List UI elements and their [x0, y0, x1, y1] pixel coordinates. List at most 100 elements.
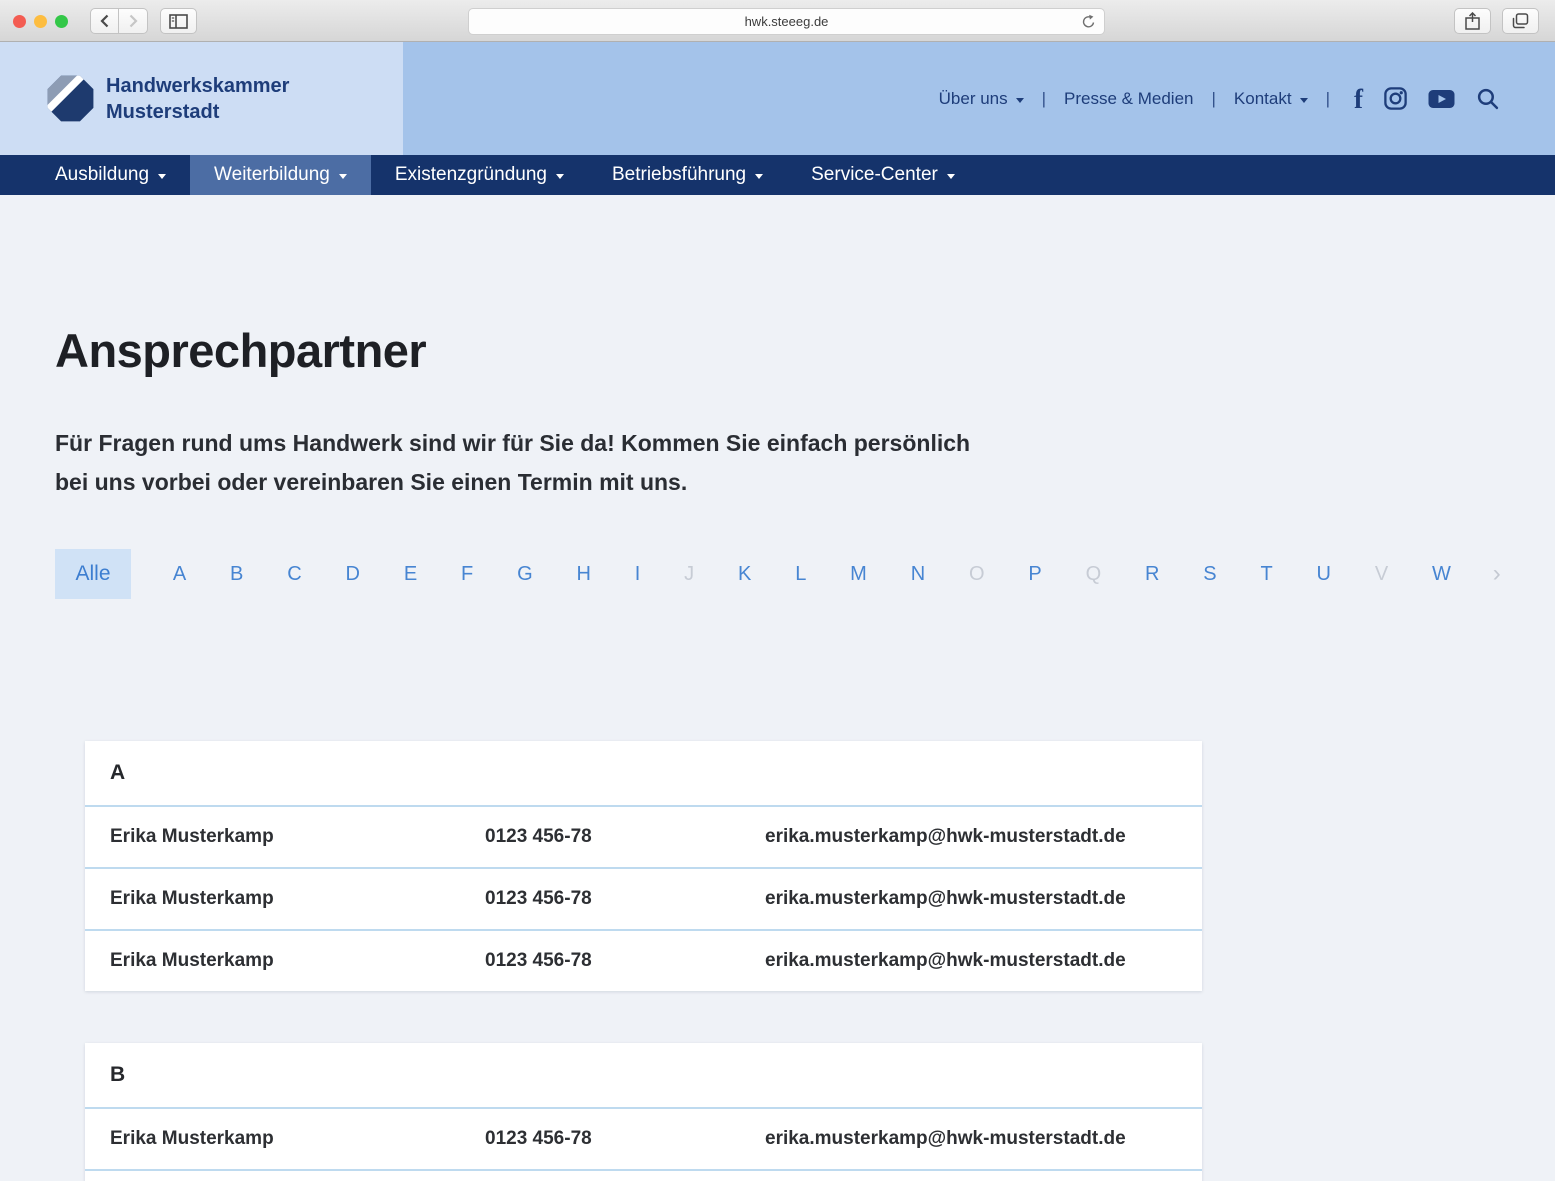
contact-section-b: B Erika Musterkamp 0123 456-78 erika.mus…	[85, 1043, 1202, 1181]
alphabet-filter-letter-j: J	[682, 559, 696, 590]
intro-line1: Für Fragen rund ums Handwerk sind wir fü…	[55, 430, 970, 456]
alphabet-filter-letter-n[interactable]: N	[909, 559, 927, 590]
share-button[interactable]	[1454, 8, 1491, 34]
alphabet-filter-letter-m[interactable]: M	[848, 559, 869, 590]
alphabet-filter-letter-r[interactable]: R	[1143, 559, 1161, 590]
contact-name: Erika Musterkamp	[110, 950, 485, 972]
alphabet-filter-letter-w[interactable]: W	[1430, 559, 1453, 590]
alphabet-filter-letter-d[interactable]: D	[344, 559, 362, 590]
separator: |	[1212, 89, 1216, 109]
alphabet-filter-letter-v: V	[1373, 559, 1390, 590]
contact-row[interactable]: Erika Musterkamp 0123 456-78 erika.muste…	[85, 867, 1202, 929]
alphabet-filter-letter-c[interactable]: C	[285, 559, 303, 590]
nav-item-label: Betriebsführung	[612, 164, 746, 186]
back-icon	[100, 14, 109, 28]
alphabet-filter-letter-i[interactable]: I	[633, 559, 643, 590]
close-window-button[interactable]	[13, 15, 26, 28]
site-header: Handwerkskammer Musterstadt Über uns | P…	[0, 42, 1555, 155]
alphabet-filter-letter-e[interactable]: E	[402, 559, 419, 590]
nav-item-service-center[interactable]: Service-Center	[787, 155, 979, 195]
utility-link-ueber-uns[interactable]: Über uns	[939, 89, 1024, 109]
contact-phone: 0123 456-78	[485, 888, 765, 910]
forward-icon	[129, 14, 138, 28]
utility-link-label: Presse & Medien	[1064, 89, 1193, 109]
contact-rows: Erika Musterkamp 0123 456-78 erika.muste…	[85, 1107, 1202, 1181]
alphabet-filter-letter-b[interactable]: B	[228, 559, 245, 590]
instagram-icon[interactable]	[1384, 87, 1407, 110]
utility-link-label: Kontakt	[1234, 89, 1292, 109]
intro-line2: bei uns vorbei oder vereinbaren Sie eine…	[55, 469, 687, 495]
chevron-down-icon	[947, 174, 955, 179]
utility-link-presse[interactable]: Presse & Medien	[1064, 89, 1193, 109]
separator: |	[1326, 89, 1330, 109]
contact-row[interactable]: Erika Musterkamp 0123 456-78 erika.muste…	[85, 1169, 1202, 1181]
section-letter-heading: B	[85, 1043, 1202, 1107]
alphabet-filter-letter-g[interactable]: G	[515, 559, 535, 590]
section-letter-heading: A	[85, 741, 1202, 805]
sidebar-toggle-button[interactable]	[160, 8, 197, 34]
nav-item-label: Weiterbildung	[214, 164, 330, 186]
contact-name: Erika Musterkamp	[110, 888, 485, 910]
show-tabs-button[interactable]	[1502, 8, 1539, 34]
back-button[interactable]	[90, 8, 119, 34]
utility-link-label: Über uns	[939, 89, 1008, 109]
alphabet-filter-letter-s[interactable]: S	[1201, 559, 1218, 590]
chevron-down-icon	[755, 174, 763, 179]
chevron-down-icon	[1300, 98, 1308, 103]
alphabet-filter-letter-f[interactable]: F	[459, 559, 475, 590]
share-icon	[1465, 12, 1480, 30]
contact-section-a: A Erika Musterkamp 0123 456-78 erika.mus…	[85, 741, 1202, 991]
minimize-window-button[interactable]	[34, 15, 47, 28]
separator: |	[1042, 89, 1046, 109]
contact-phone: 0123 456-78	[485, 826, 765, 848]
page-title: Ansprechpartner	[55, 323, 1555, 378]
logo-wordmark: Handwerkskammer Musterstadt	[106, 73, 289, 125]
nav-item-label: Service-Center	[811, 164, 938, 186]
contact-row[interactable]: Erika Musterkamp 0123 456-78 erika.muste…	[85, 929, 1202, 991]
search-icon[interactable]	[1476, 87, 1499, 110]
forward-button[interactable]	[119, 8, 148, 34]
contact-row[interactable]: Erika Musterkamp 0123 456-78 erika.muste…	[85, 805, 1202, 867]
logo-line1: Handwerkskammer	[106, 73, 289, 99]
alphabet-filter-letter-o: O	[967, 559, 987, 590]
nav-item-existenzgründung[interactable]: Existenzgründung	[371, 155, 588, 195]
alphabet-filter: Alle ABCDEFGHIJKLMNOPQRSTUVW›	[55, 549, 1501, 599]
contact-sections: A Erika Musterkamp 0123 456-78 erika.mus…	[85, 741, 1202, 1181]
tabs-icon	[1512, 13, 1529, 29]
nav-item-label: Existenzgründung	[395, 164, 547, 186]
url-text: hwk.steeeg.de	[745, 14, 829, 29]
reload-icon[interactable]	[1081, 14, 1096, 30]
alphabet-filter-all[interactable]: Alle	[55, 549, 131, 599]
alphabet-filter-letter-k[interactable]: K	[736, 559, 753, 590]
contact-name: Erika Musterkamp	[110, 826, 485, 848]
alphabet-filter-letter-h[interactable]: H	[574, 559, 592, 590]
contact-email: erika.musterkamp@hwk-musterstadt.de	[765, 1128, 1202, 1150]
logo-line2: Musterstadt	[106, 99, 289, 125]
main-content: Ansprechpartner Für Fragen rund ums Hand…	[0, 323, 1555, 1181]
chevron-down-icon	[158, 174, 166, 179]
zoom-window-button[interactable]	[55, 15, 68, 28]
social-icons: f	[1354, 87, 1499, 110]
contact-row[interactable]: Erika Musterkamp 0123 456-78 erika.muste…	[85, 1107, 1202, 1169]
browser-chrome: hwk.steeeg.de	[0, 0, 1555, 42]
alphabet-filter-letter-p[interactable]: P	[1026, 559, 1043, 590]
alphabet-filter-letter-l[interactable]: L	[793, 559, 808, 590]
alphabet-filter-letter-a[interactable]: A	[171, 559, 188, 590]
logo-panel[interactable]: Handwerkskammer Musterstadt	[0, 42, 403, 155]
alphabet-filter-letter-u[interactable]: U	[1315, 559, 1333, 590]
nav-item-weiterbildung[interactable]: Weiterbildung	[190, 155, 371, 195]
contact-phone: 0123 456-78	[485, 1128, 765, 1150]
alphabet-filter-letter-t[interactable]: T	[1258, 559, 1274, 590]
utility-nav: Über uns | Presse & Medien | Kontakt | f	[939, 42, 1499, 155]
utility-link-kontakt[interactable]: Kontakt	[1234, 89, 1308, 109]
chevron-down-icon	[556, 174, 564, 179]
nav-item-betriebsführung[interactable]: Betriebsführung	[588, 155, 787, 195]
contact-email: erika.musterkamp@hwk-musterstadt.de	[765, 826, 1202, 848]
chevron-down-icon	[1016, 98, 1024, 103]
alphabet-next-icon[interactable]: ›	[1493, 564, 1501, 584]
facebook-icon[interactable]: f	[1354, 88, 1363, 110]
address-bar[interactable]: hwk.steeeg.de	[468, 8, 1105, 35]
youtube-icon[interactable]	[1428, 89, 1455, 109]
nav-item-ausbildung[interactable]: Ausbildung	[31, 155, 190, 195]
contact-email: erika.musterkamp@hwk-musterstadt.de	[765, 950, 1202, 972]
